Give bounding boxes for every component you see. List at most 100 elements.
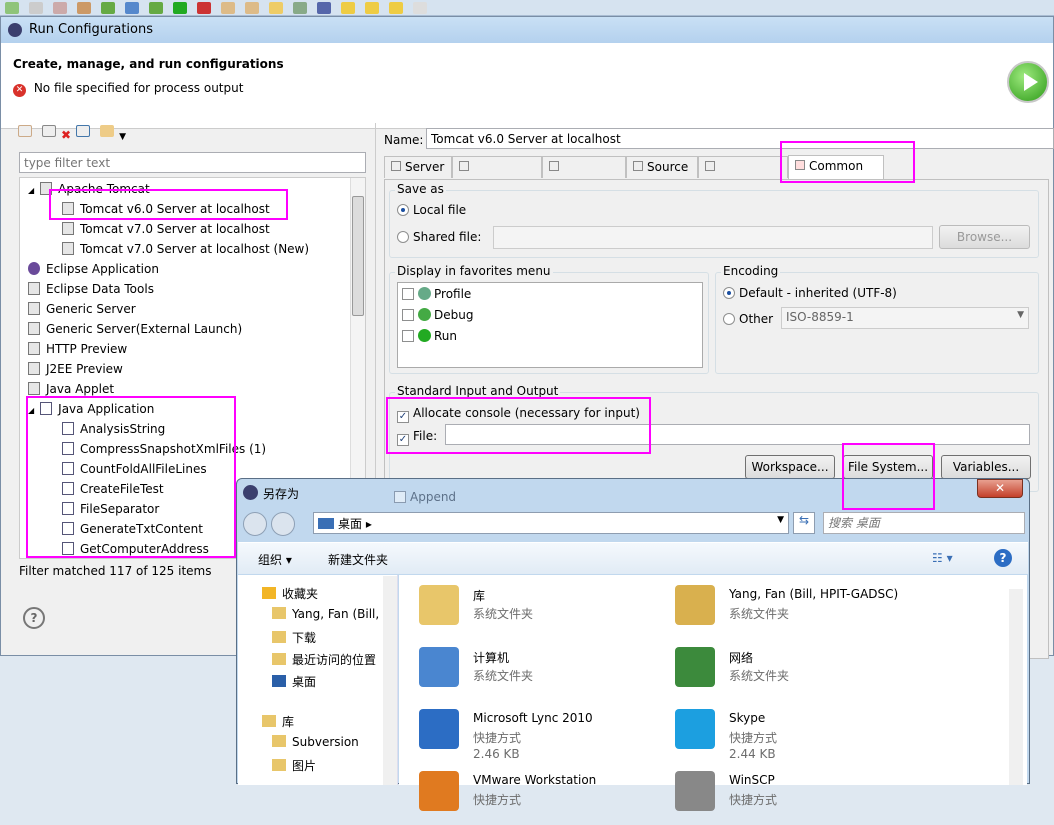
filter-input[interactable] [19,152,366,173]
allocate-console-checkbox[interactable]: ✓ Allocate console (necessary for input) [397,406,640,423]
tree-item[interactable]: GenerateTxtContent [62,519,203,539]
toolbar-icon[interactable] [29,2,43,14]
output-file-input[interactable] [445,424,1030,445]
variables-button[interactable]: Variables... [941,455,1031,479]
workspace-button[interactable]: Workspace... [745,455,835,479]
chevron-down-icon[interactable]: ▼ [119,132,126,142]
close-button[interactable]: ✕ [977,479,1023,498]
back-icon[interactable] [389,2,403,14]
tree-item[interactable]: Tomcat v6.0 Server at localhost [62,199,270,219]
nav-item[interactable]: 桌面 [272,673,316,690]
file-checkbox[interactable]: ✓ File: [397,429,437,446]
tree-item[interactable]: CountFoldAllFileLines [62,459,207,479]
refresh-icon[interactable]: ⇆ [793,512,815,534]
toolbar-icon[interactable] [101,2,115,14]
run-icon[interactable] [173,2,187,14]
tab-common[interactable]: Common [788,155,884,179]
tree-item[interactable]: Eclipse Data Tools [28,279,154,299]
shared-file-input[interactable] [493,226,933,249]
organize-menu[interactable]: 组织 ▾ [258,551,292,568]
toolbar-icon[interactable] [77,2,91,14]
other-encoding-radio[interactable]: Other [723,312,773,326]
toolbar-icon[interactable] [317,2,331,14]
forward-icon[interactable] [271,512,295,536]
file-item[interactable]: VMware Workstation 快捷方式 [419,769,659,825]
search-input[interactable] [823,512,1025,534]
shared-file-radio[interactable]: Shared file: [397,230,481,244]
expand-icon[interactable]: ◢ [28,406,34,415]
nav-item[interactable]: 最近访问的位置 [272,651,376,668]
tree-item[interactable]: Java Applet [28,379,114,399]
toolbar-icon[interactable] [5,2,19,14]
tree-item[interactable]: Generic Server [28,299,136,319]
tree-item[interactable]: FileSeparator [62,499,159,519]
toolbar-icon[interactable] [53,2,67,14]
arrow-icon[interactable] [341,2,355,14]
file-item[interactable]: 库系统文件夹 [419,583,659,639]
help-icon[interactable]: ? [23,607,45,629]
name-input[interactable] [426,128,1054,149]
tree-item[interactable]: J2EE Preview [28,359,123,379]
nav-item[interactable]: 库 [262,713,294,730]
toolbar-icon[interactable] [125,2,139,14]
view-icon[interactable]: ☷ ▾ [932,551,953,565]
file-item[interactable]: Skype 快捷方式 2.44 KB [675,707,915,763]
favorite-debug[interactable]: Debug [402,308,473,322]
nav-item[interactable]: 下载 [272,629,316,646]
toolbar-icon[interactable] [269,2,283,14]
file-item[interactable]: Microsoft Lync 2010 快捷方式 2.46 KB [419,707,659,763]
default-encoding-radio[interactable]: Default - inherited (UTF-8) [723,286,897,300]
nav-item[interactable]: 收藏夹 [262,585,318,602]
back-icon[interactable] [243,512,267,536]
tree-item[interactable]: HTTP Preview [28,339,127,359]
tree-item[interactable]: CompressSnapshotXmlFiles (1) [62,439,266,459]
tree-item[interactable]: GetComputerAddress [62,539,209,558]
nav-item[interactable]: Yang, Fan (Bill, [272,607,379,621]
duplicate-icon[interactable] [42,125,56,137]
file-list-scrollbar[interactable] [1009,589,1023,785]
encoding-select[interactable]: ISO-8859-1 ▼ [781,307,1029,329]
nav-scrollbar[interactable] [383,576,397,785]
file-item[interactable]: 网络 系统文件夹 [675,645,915,701]
new-folder-button[interactable]: 新建文件夹 [328,551,388,568]
tree-item[interactable]: Tomcat v7.0 Server at localhost [62,219,270,239]
browse-button[interactable]: Browse... [939,225,1030,249]
checkbox[interactable] [402,309,414,321]
file-item[interactable]: Yang, Fan (Bill, HPIT-GADSC) 系统文件夹 [675,583,915,639]
tab-source[interactable]: Source [626,156,698,178]
arrow-icon[interactable] [365,2,379,14]
checkbox[interactable] [402,330,414,342]
file-item[interactable]: 计算机 系统文件夹 [419,645,659,701]
tab-server[interactable]: Server [384,156,452,178]
folder-icon[interactable] [221,2,235,14]
debug-icon[interactable] [149,2,163,14]
forward-icon[interactable] [413,2,427,14]
toolbar-icon[interactable] [293,2,307,14]
nav-item[interactable]: 图片 [272,757,316,774]
address-bar[interactable]: 桌面 ▸ ▼ [313,512,789,534]
filter-icon[interactable] [100,125,115,137]
tree-item[interactable]: Generic Server(External Launch) [28,319,242,339]
expand-icon[interactable]: ◢ [28,186,34,195]
tree-item[interactable]: Tomcat v7.0 Server at localhost (New) [62,239,309,259]
tab-classpath[interactable]: Classpath [542,156,626,195]
tree-item[interactable]: ◢ Java Application [28,399,154,419]
delete-icon[interactable]: ✖ [61,128,71,142]
file-item[interactable]: WinSCP 快捷方式 [675,769,915,825]
toolbar-icon[interactable] [197,2,211,14]
tree-item[interactable]: AnalysisString [62,419,165,439]
new-config-icon[interactable] [18,125,32,137]
collapse-all-icon[interactable] [76,125,91,137]
tab-environment[interactable]: Environment [698,156,788,195]
help-icon[interactable]: ? [994,549,1012,567]
tree-item[interactable]: CreateFileTest [62,479,164,499]
favorite-run[interactable]: Run [402,329,457,343]
tab-arguments[interactable]: Arguments [452,156,542,195]
checkbox[interactable] [402,288,414,300]
folder-icon[interactable] [245,2,259,14]
nav-item[interactable]: Subversion [272,735,359,749]
favorite-profile[interactable]: Profile [402,287,471,301]
local-file-radio[interactable]: Local file [397,203,466,217]
file-system-button[interactable]: File System... [843,455,933,479]
tree-item[interactable]: Eclipse Application [28,259,159,279]
